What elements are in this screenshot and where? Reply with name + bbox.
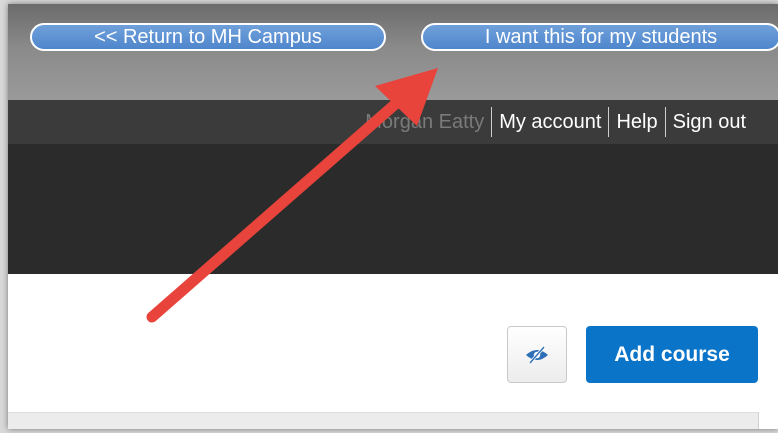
visibility-toggle-button[interactable] xyxy=(507,326,567,383)
screenshot-frame: << Return to MH Campus I want this for m… xyxy=(8,4,778,429)
content-panel-edge xyxy=(8,412,759,429)
my-account-link[interactable]: My account xyxy=(499,111,601,134)
main-content: Add course xyxy=(8,274,778,429)
sign-out-link[interactable]: Sign out xyxy=(673,111,746,134)
help-link[interactable]: Help xyxy=(616,111,657,134)
account-bar: Morgan Eatty My account Help Sign out xyxy=(8,100,778,144)
header-banner xyxy=(8,144,778,274)
eye-slash-icon xyxy=(526,345,548,364)
campus-top-bar: << Return to MH Campus I want this for m… xyxy=(8,4,778,100)
user-name: Morgan Eatty xyxy=(365,110,485,133)
account-nav: Morgan Eatty My account Help Sign out xyxy=(365,100,746,144)
want-for-students-button[interactable]: I want this for my students xyxy=(421,23,778,51)
return-to-campus-button[interactable]: << Return to MH Campus xyxy=(30,23,386,51)
add-course-button[interactable]: Add course xyxy=(586,326,758,383)
nav-separator xyxy=(608,107,610,137)
nav-separator xyxy=(664,107,666,137)
nav-separator xyxy=(491,107,493,137)
